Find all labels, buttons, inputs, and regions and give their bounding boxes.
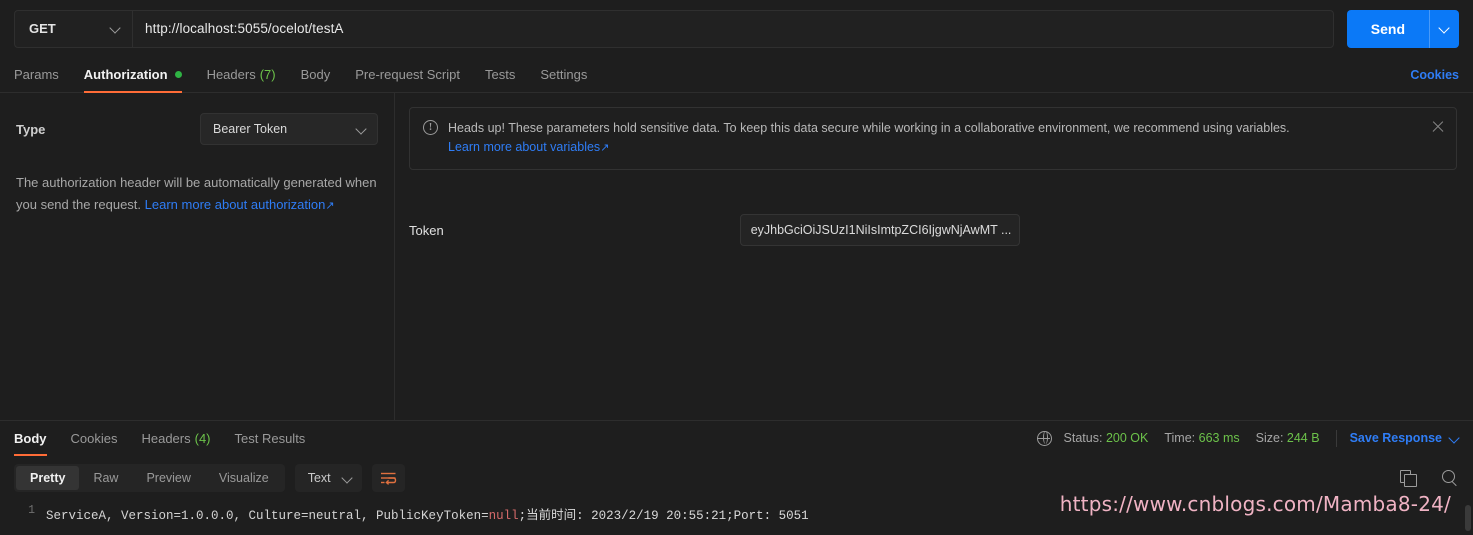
search-icon[interactable] <box>1442 469 1459 487</box>
request-tabs: Params Authorization Headers (7) Body Pr… <box>0 57 1473 93</box>
auth-type-select[interactable]: Bearer Token <box>200 113 378 145</box>
save-response-button[interactable]: Save Response <box>1350 431 1459 445</box>
response-body-line[interactable]: ServiceA, Version=1.0.0.0, Culture=neutr… <box>46 504 809 523</box>
token-input[interactable]: eyJhbGciOiJSUzI1NiIsImtpZCI6IjgwNjAwMT .… <box>739 214 1020 246</box>
time-label: Time: <box>1164 431 1196 445</box>
chevron-down-icon <box>1440 24 1449 33</box>
authorization-left-pane: Type Bearer Token The authorization head… <box>0 93 395 420</box>
tab-params[interactable]: Params <box>14 57 59 93</box>
tab-pre-request-script[interactable]: Pre-request Script <box>355 57 460 93</box>
word-wrap-toggle[interactable] <box>371 464 405 492</box>
tab-label: Test Results <box>234 430 306 446</box>
tab-label: Body <box>300 67 331 82</box>
cookies-link[interactable]: Cookies <box>1410 68 1459 82</box>
learn-more-variables-link[interactable]: Learn more about variables <box>448 140 600 154</box>
chevron-down-icon <box>357 125 366 134</box>
tab-label: Authorization <box>83 67 168 82</box>
auth-type-row: Type Bearer Token <box>16 113 378 145</box>
request-url-bar: GET http://localhost:5055/ocelot/testA S… <box>0 0 1473 57</box>
tab-headers[interactable]: Headers (7) <box>207 57 276 93</box>
view-visualize[interactable]: Visualize <box>205 466 283 490</box>
response-tab-headers[interactable]: Headers (4) <box>141 421 210 456</box>
send-group: Send <box>1346 9 1459 48</box>
authorization-status-dot-icon <box>174 71 182 78</box>
chevron-down-icon <box>343 474 352 483</box>
http-method-select[interactable]: GET <box>15 10 133 47</box>
auth-type-label: Type <box>16 121 46 137</box>
external-link-arrow-icon: ↗ <box>325 200 335 212</box>
notice-message: Heads up! These parameters hold sensitiv… <box>448 121 1290 135</box>
divider <box>1335 429 1337 447</box>
http-method-value: GET <box>29 21 56 36</box>
send-button[interactable]: Send <box>1346 9 1429 48</box>
watermark-url: https://www.cnblogs.com/Mamba8-24/ <box>1059 492 1451 516</box>
response-meta: Status: 200 OK Time: 663 ms Size: 244 B … <box>1036 429 1459 447</box>
authorization-right-pane: ! Heads up! These parameters hold sensit… <box>395 93 1473 420</box>
scrollbar-thumb[interactable] <box>1465 505 1471 531</box>
tab-label: Tests <box>485 67 516 82</box>
body-format-value: Text <box>307 471 331 485</box>
tab-label: Body <box>14 430 47 446</box>
body-format-select[interactable]: Text <box>294 464 362 492</box>
send-options-button[interactable] <box>1429 9 1459 48</box>
view-raw[interactable]: Raw <box>79 466 132 490</box>
tab-count: (4) <box>194 430 211 446</box>
line-number: 1 <box>28 504 35 517</box>
chevron-down-icon <box>1450 434 1459 443</box>
size-value: 244 B <box>1286 431 1320 445</box>
view-preview[interactable]: Preview <box>132 466 204 490</box>
alert-circle-icon: ! <box>423 120 438 135</box>
response-tab-test-results[interactable]: Test Results <box>235 421 306 456</box>
body-view-segmented-control: Pretty Raw Preview Visualize <box>14 464 285 492</box>
sensitive-data-notice: ! Heads up! These parameters hold sensit… <box>409 107 1457 170</box>
tab-body[interactable]: Body <box>301 57 331 93</box>
tab-label: Params <box>14 67 59 82</box>
view-pretty[interactable]: Pretty <box>16 466 80 490</box>
tab-label: Pre-request Script <box>355 67 460 82</box>
response-tabs: Body Cookies Headers (4) Test Results St… <box>0 420 1473 456</box>
notice-text: Heads up! These parameters hold sensitiv… <box>448 119 1290 158</box>
tab-authorization[interactable]: Authorization <box>83 57 182 93</box>
url-text: http://localhost:5055/ocelot/testA <box>145 21 344 36</box>
tab-label: Cookies <box>70 430 118 446</box>
token-value: eyJhbGciOiJSUzI1NiIsImtpZCI6IjgwNjAwMT .… <box>750 223 1012 237</box>
url-group: GET http://localhost:5055/ocelot/testA <box>14 9 1334 48</box>
close-icon[interactable] <box>1430 119 1446 135</box>
tab-label: Headers <box>141 430 191 446</box>
body-toolbar-actions <box>1400 469 1459 487</box>
external-link-arrow-icon: ↗ <box>600 142 610 154</box>
token-row: Token eyJhbGciOiJSUzI1NiIsImtpZCI6IjgwNj… <box>409 214 1457 246</box>
token-label: Token <box>409 222 444 238</box>
save-response-label: Save Response <box>1349 431 1442 445</box>
url-input[interactable]: http://localhost:5055/ocelot/testA <box>133 11 1333 47</box>
chevron-down-icon <box>111 24 120 33</box>
learn-more-authorization-link[interactable]: Learn more about authorization <box>145 197 326 212</box>
copy-icon[interactable] <box>1400 470 1417 487</box>
response-tab-cookies[interactable]: Cookies <box>71 421 118 456</box>
word-wrap-icon <box>380 472 396 485</box>
size-label: Size: <box>1255 431 1284 445</box>
globe-icon <box>1036 430 1052 446</box>
response-tab-body[interactable]: Body <box>14 421 47 456</box>
status-badge: Status: 200 OK <box>1064 431 1149 445</box>
body-text-after: ;当前时间: 2023/2/19 20:55:21;Port: 5051 <box>518 509 809 523</box>
time-value: 663 ms <box>1198 431 1240 445</box>
tab-label: Settings <box>540 67 588 82</box>
tab-tests[interactable]: Tests <box>485 57 515 93</box>
time-badge: Time: 663 ms <box>1164 431 1239 445</box>
authorization-panel: Type Bearer Token The authorization head… <box>0 93 1473 420</box>
body-text-null: null <box>488 509 519 523</box>
auth-help-text: The authorization header will be automat… <box>16 172 378 217</box>
status-label: Status: <box>1063 431 1103 445</box>
body-text-before: ServiceA, Version=1.0.0.0, Culture=neutr… <box>46 509 489 523</box>
size-badge: Size: 244 B <box>1256 431 1320 445</box>
status-value: 200 OK <box>1105 431 1149 445</box>
tab-count: (7) <box>259 67 276 82</box>
tab-settings[interactable]: Settings <box>540 57 587 93</box>
tab-label: Headers <box>206 67 256 82</box>
auth-type-value: Bearer Token <box>213 122 288 136</box>
